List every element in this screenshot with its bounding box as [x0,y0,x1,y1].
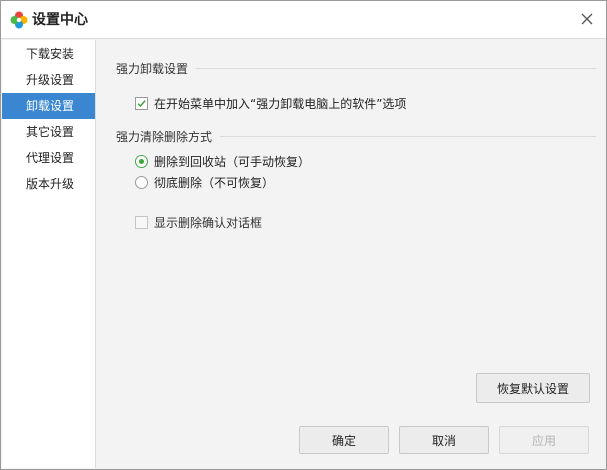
delete-to-recycle-radio[interactable] [135,155,148,168]
sidebar-item-proxy-settings[interactable]: 代理设置 [2,145,95,171]
sidebar-item-version-upgrade[interactable]: 版本升级 [2,171,95,197]
checkmark-icon [137,100,146,108]
section-divider [196,68,596,69]
ok-button[interactable]: 确定 [299,426,389,454]
sidebar-item-upgrade-settings[interactable]: 升级设置 [2,67,95,93]
restore-defaults-button[interactable]: 恢复默认设置 [476,373,590,403]
confirm-dialog-label: 显示删除确认对话框 [154,216,263,230]
start-menu-option[interactable]: 在开始菜单中加入“强力卸载电脑上的软件”选项 [135,95,406,112]
confirm-dialog-option[interactable]: 显示删除确认对话框 [135,214,262,231]
delete-permanent-option[interactable]: 彻底删除（不可恢复） [135,174,274,191]
section-delete-mode: 强力清除删除方式 [116,128,596,145]
delete-permanent-label: 彻底删除（不可恢复） [154,176,275,190]
section-divider [220,136,596,137]
sidebar-item-uninstall-settings[interactable]: 卸载设置 [2,93,95,119]
sidebar-item-download-install[interactable]: 下载安装 [2,41,95,67]
window-title: 设置中心 [32,12,88,28]
start-menu-checkbox[interactable] [135,97,148,110]
clover-logo-icon [10,11,28,29]
sidebar-nav: 下载安装 升级设置 卸载设置 其它设置 代理设置 版本升级 [2,40,96,468]
section-title: 强力卸载设置 [116,62,189,76]
cancel-button[interactable]: 取消 [399,426,489,454]
apply-button[interactable]: 应用 [499,426,589,454]
delete-to-recycle-label: 删除到回收站（可手动恢复） [154,155,311,169]
close-icon [581,13,593,28]
section-title: 强力清除删除方式 [116,130,213,144]
section-force-uninstall: 强力卸载设置 [116,60,596,77]
delete-permanent-radio[interactable] [135,176,148,189]
title-bar[interactable]: 设置中心 [1,1,606,39]
settings-panel: 强力卸载设置 在开始菜单中加入“强力卸载电脑上的软件”选项 强力清除删除方式 删… [97,40,606,468]
close-button[interactable] [576,9,598,31]
start-menu-option-label: 在开始菜单中加入“强力卸载电脑上的软件”选项 [154,97,407,111]
settings-window: 设置中心 下载安装 升级设置 卸载设置 其它设置 代理设置 版本升级 强力卸载设… [0,0,607,470]
delete-to-recycle-option[interactable]: 删除到回收站（可手动恢复） [135,153,310,170]
confirm-dialog-checkbox[interactable] [135,216,148,229]
sidebar-item-other-settings[interactable]: 其它设置 [2,119,95,145]
